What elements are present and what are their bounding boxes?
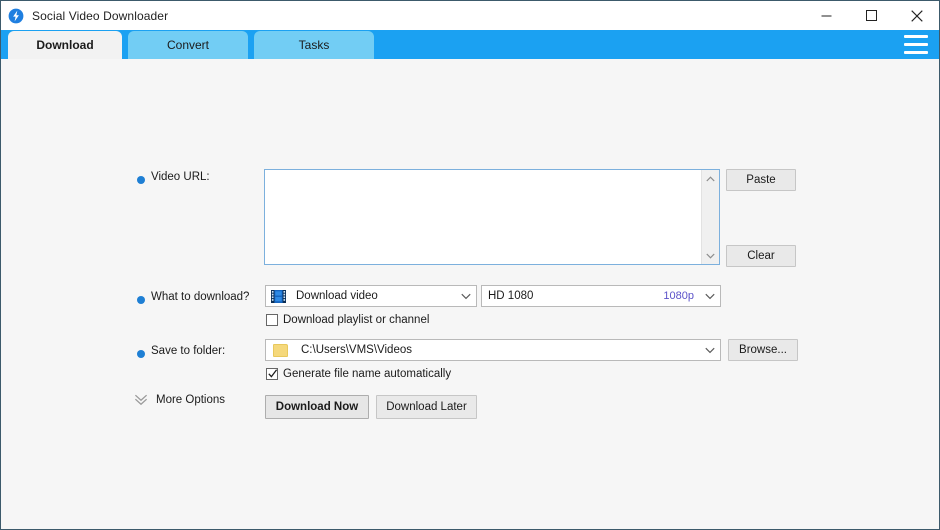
more-options-toggle[interactable]: More Options [134, 393, 225, 406]
download-panel: Video URL: Paste Clear What to download? [1, 59, 939, 529]
label-what-to-download: What to download? [151, 291, 250, 303]
video-url-input[interactable] [265, 170, 701, 264]
minimize-icon [821, 15, 832, 17]
browse-button[interactable]: Browse... [728, 339, 798, 361]
bullet-video-url [137, 176, 145, 184]
clear-button[interactable]: Clear [726, 245, 796, 267]
label-save-to-folder: Save to folder: [151, 345, 226, 357]
title-bar: Social Video Downloader [1, 1, 939, 30]
download-kind-select[interactable]: Download video [265, 285, 477, 307]
window-title: Social Video Downloader [32, 8, 169, 23]
bullet-what-to-download [137, 296, 145, 304]
chevron-down-icon[interactable] [700, 340, 720, 360]
quality-badge: 1080p [663, 290, 694, 302]
quality-select[interactable]: HD 1080 1080p [481, 285, 721, 307]
maximize-button[interactable] [849, 1, 894, 30]
generate-name-checkbox[interactable] [266, 368, 278, 380]
label-video-url: Video URL: [151, 171, 210, 183]
maximize-icon [866, 10, 877, 21]
app-logo-lightning-bolt-icon [8, 8, 24, 23]
hamburger-menu-icon[interactable] [904, 35, 928, 54]
save-folder-select[interactable]: C:\Users\VMS\Videos [265, 339, 721, 361]
download-later-button[interactable]: Download Later [376, 395, 477, 419]
double-chevron-down-icon [134, 393, 148, 406]
scroll-up-icon[interactable] [702, 170, 719, 187]
close-button[interactable] [894, 1, 939, 30]
video-url-scrollbar[interactable] [701, 170, 719, 264]
tab-download[interactable]: Download [8, 31, 122, 59]
save-folder-path: C:\Users\VMS\Videos [301, 344, 412, 356]
more-options-label: More Options [156, 393, 226, 406]
generate-name-checkbox-label: Generate file name automatically [283, 368, 452, 380]
playlist-checkbox-row[interactable]: Download playlist or channel [266, 314, 429, 326]
scroll-down-icon[interactable] [702, 247, 719, 264]
tab-convert[interactable]: Convert [128, 31, 248, 59]
app-window: Social Video Downloader Download Convert… [0, 0, 940, 530]
checkmark-icon [268, 369, 278, 378]
generate-name-checkbox-row[interactable]: Generate file name automatically [266, 368, 451, 380]
quality-value: HD 1080 [488, 290, 534, 302]
video-url-box[interactable] [264, 169, 720, 265]
tab-bar: Download Convert Tasks [1, 30, 939, 59]
tab-tasks[interactable]: Tasks [254, 31, 374, 59]
playlist-checkbox-label: Download playlist or channel [283, 314, 430, 326]
chevron-down-icon[interactable] [700, 286, 720, 306]
folder-icon [273, 343, 288, 357]
download-now-button[interactable]: Download Now [265, 395, 369, 419]
minimize-button[interactable] [804, 1, 849, 30]
film-strip-icon [271, 289, 286, 303]
window-controls [804, 1, 939, 30]
close-icon [910, 9, 923, 22]
chevron-down-icon[interactable] [456, 286, 476, 306]
bullet-save-to-folder [137, 350, 145, 358]
playlist-checkbox[interactable] [266, 314, 278, 326]
download-kind-value: Download video [296, 290, 378, 302]
paste-button[interactable]: Paste [726, 169, 796, 191]
